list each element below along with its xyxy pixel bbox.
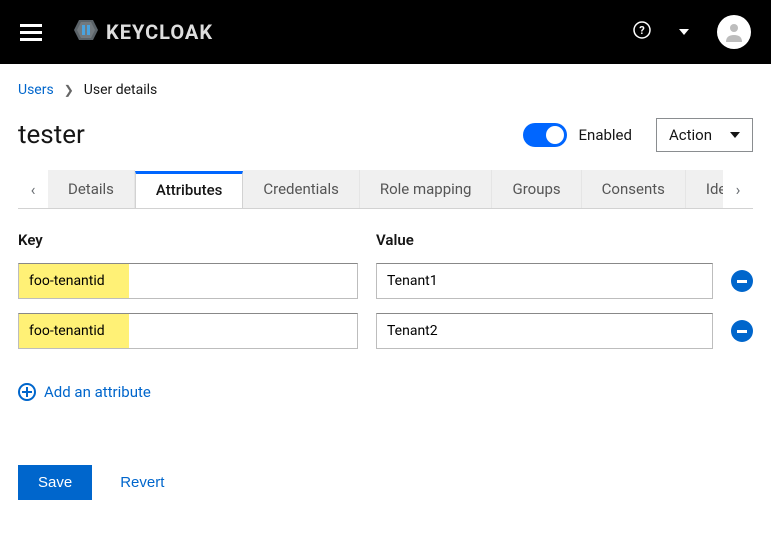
tab-iden[interactable]: Iden bbox=[686, 170, 723, 208]
svg-text:?: ? bbox=[639, 24, 645, 37]
attribute-row bbox=[18, 313, 753, 349]
keycloak-logo-icon bbox=[72, 16, 100, 49]
chevron-down-icon bbox=[730, 132, 740, 138]
brand-logo[interactable]: KEYCLOAK bbox=[72, 16, 213, 49]
topbar: KEYCLOAK ? bbox=[0, 0, 771, 64]
action-dropdown[interactable]: Action bbox=[656, 118, 753, 152]
chevron-right-icon: ❯ bbox=[64, 83, 74, 97]
tabs-container: ‹ DetailsAttributesCredentialsRole mappi… bbox=[18, 170, 753, 209]
key-column-header: Key bbox=[18, 231, 358, 249]
remove-attribute-button[interactable] bbox=[731, 320, 753, 342]
minus-icon bbox=[737, 330, 747, 333]
tab-credentials[interactable]: Credentials bbox=[243, 170, 359, 208]
attribute-row bbox=[18, 263, 753, 299]
save-button[interactable]: Save bbox=[18, 465, 92, 500]
user-avatar[interactable] bbox=[717, 15, 751, 49]
hamburger-menu-button[interactable] bbox=[20, 20, 42, 45]
revert-button[interactable]: Revert bbox=[120, 474, 164, 491]
attribute-key-input[interactable] bbox=[18, 313, 358, 349]
brand-name: KEYCLOAK bbox=[106, 20, 213, 44]
enabled-toggle[interactable] bbox=[523, 123, 567, 147]
breadcrumb-parent-link[interactable]: Users bbox=[18, 82, 54, 98]
attribute-value-input[interactable] bbox=[376, 263, 713, 299]
breadcrumb: Users ❯ User details bbox=[18, 82, 753, 98]
enabled-label: Enabled bbox=[579, 126, 632, 144]
tab-details[interactable]: Details bbox=[48, 170, 135, 208]
tab-consents[interactable]: Consents bbox=[582, 170, 686, 208]
tab-scroll-left-button[interactable]: ‹ bbox=[18, 170, 48, 208]
tab-attributes[interactable]: Attributes bbox=[135, 171, 243, 208]
breadcrumb-current: User details bbox=[84, 82, 158, 98]
tab-role-mapping[interactable]: Role mapping bbox=[360, 170, 493, 208]
attribute-key-input[interactable] bbox=[18, 263, 358, 299]
page-title: tester bbox=[18, 120, 523, 150]
tab-groups[interactable]: Groups bbox=[492, 170, 581, 208]
action-dropdown-label: Action bbox=[669, 126, 712, 144]
help-icon[interactable]: ? bbox=[633, 21, 651, 43]
add-attribute-label: Add an attribute bbox=[44, 383, 151, 401]
minus-icon bbox=[737, 280, 747, 283]
realm-dropdown-icon[interactable] bbox=[679, 29, 689, 35]
remove-attribute-button[interactable] bbox=[731, 270, 753, 292]
value-column-header: Value bbox=[376, 231, 753, 249]
plus-circle-icon bbox=[18, 383, 36, 401]
tab-scroll-right-button[interactable]: › bbox=[723, 170, 753, 208]
add-attribute-button[interactable]: Add an attribute bbox=[18, 383, 151, 401]
attribute-value-input[interactable] bbox=[376, 313, 713, 349]
